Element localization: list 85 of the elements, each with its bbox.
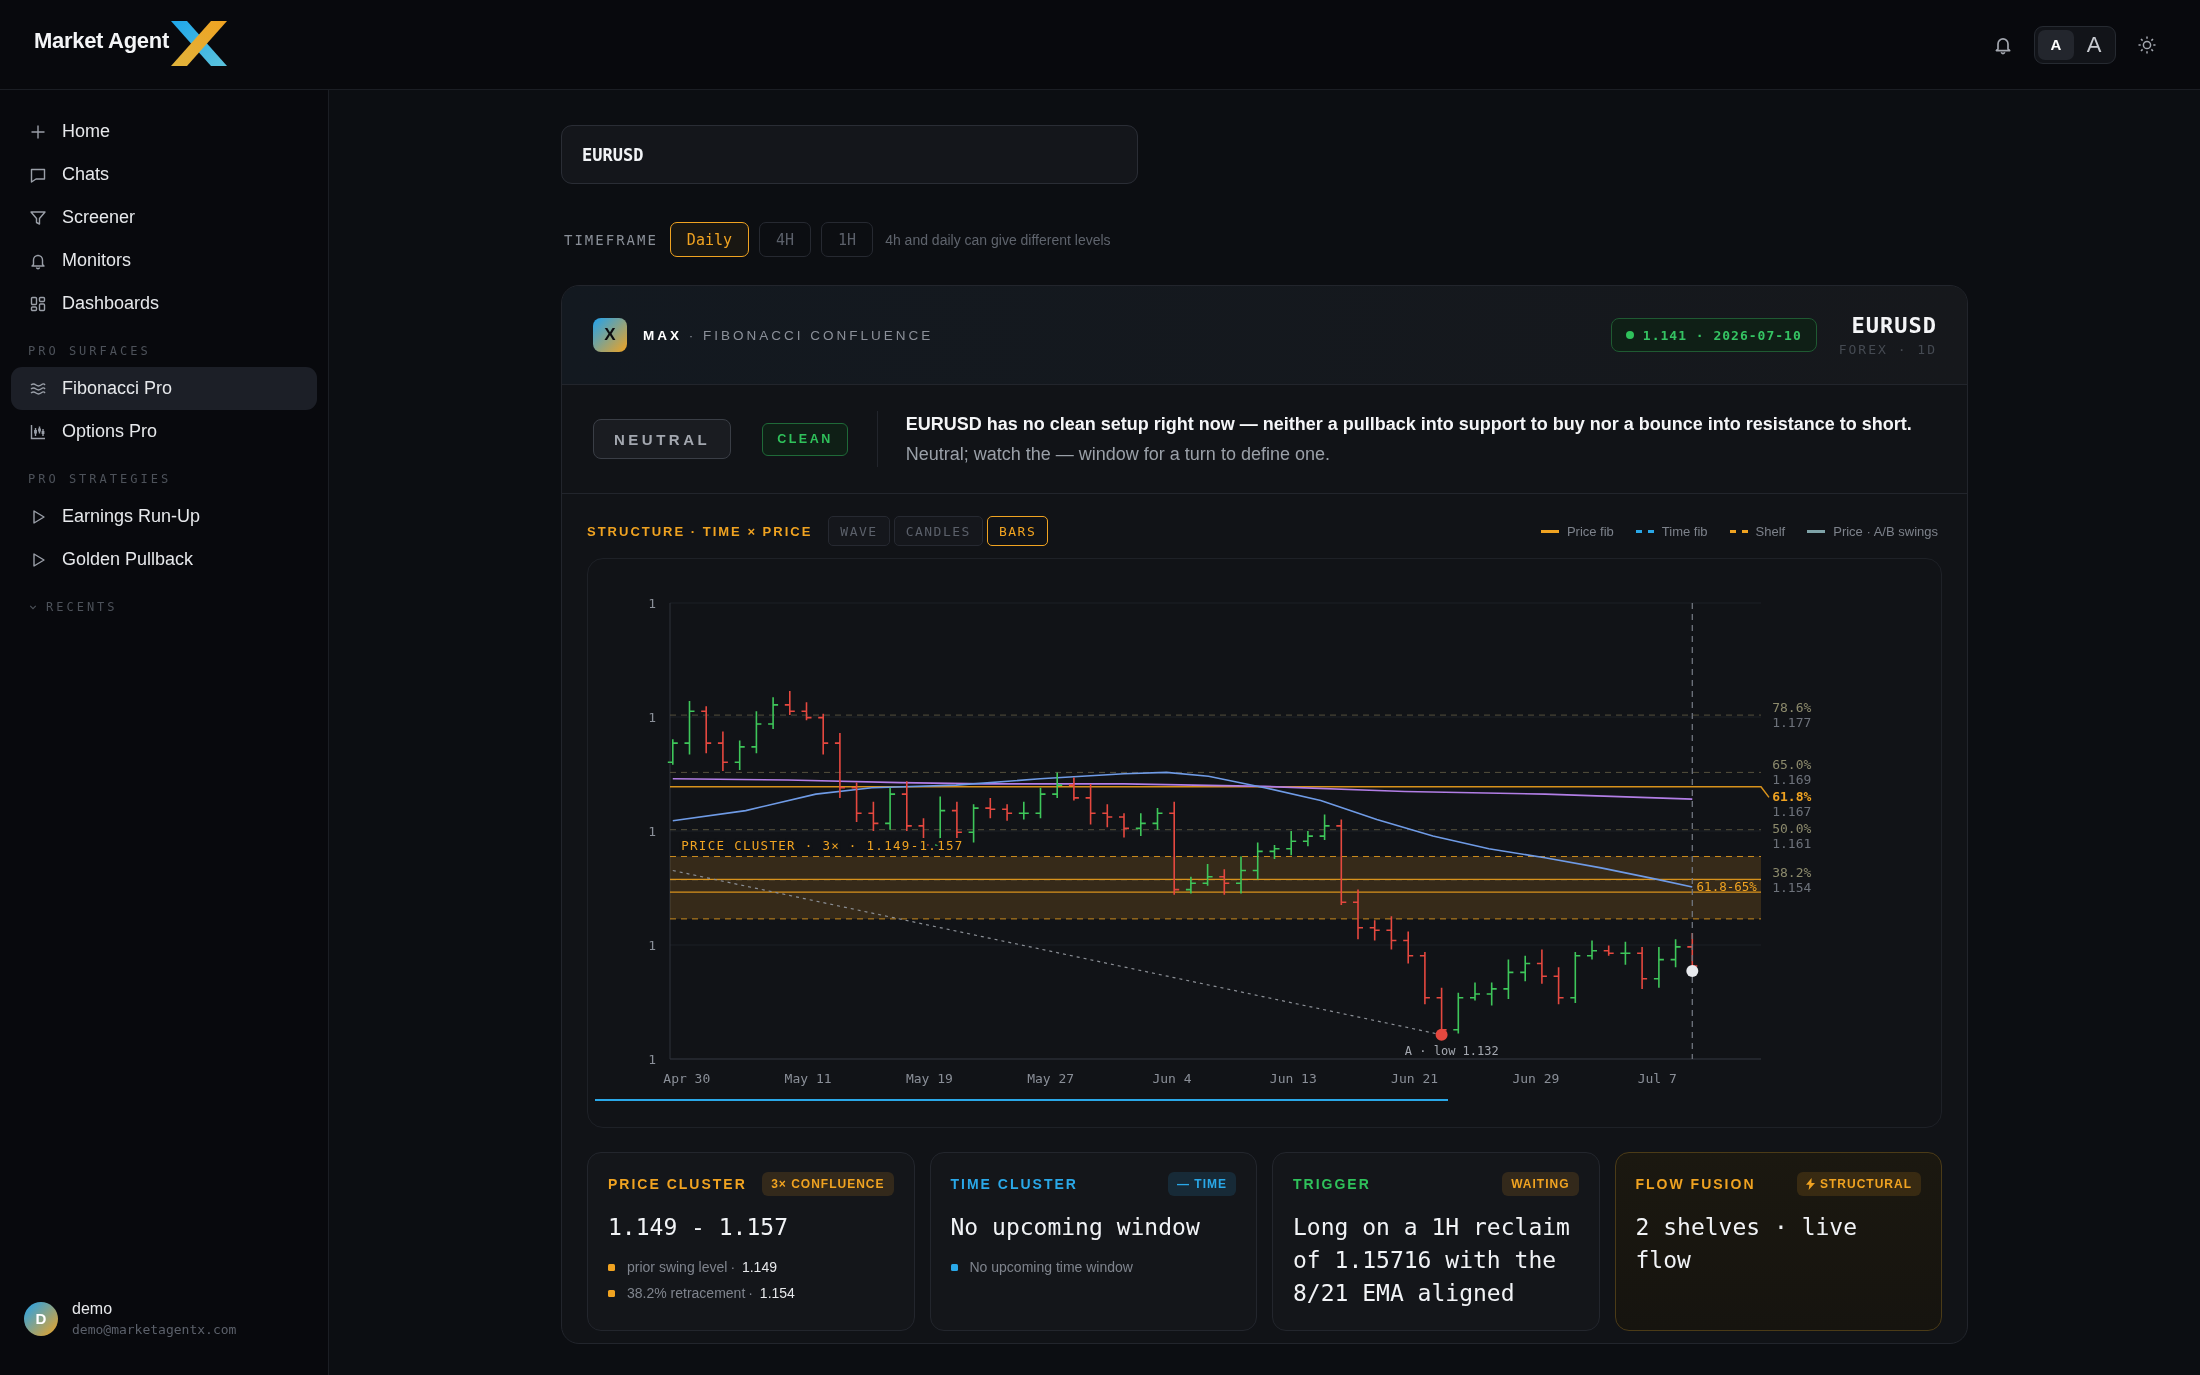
swing-low-label: A · low 1.132	[1404, 1044, 1499, 1059]
summary-text: EURUSD has no clean setup right now — neither a pullback into support to buy nor a bounce into resistance to short. Neutral; watch the — window for a turn to define one.	[905, 413, 1913, 466]
card-headline: 2 shelves · live flow	[1635, 1213, 1859, 1275]
agent-badge: X	[593, 318, 627, 352]
x-axis-label: May 27	[1027, 1071, 1075, 1087]
quote-text: 1.141 · 2026-07-10	[1642, 327, 1802, 343]
badge-label: STRUCTURAL	[1820, 1177, 1912, 1191]
y-axis-label: 1	[648, 710, 656, 725]
bullet-square-icon	[608, 1289, 615, 1297]
lightning-icon	[1806, 1178, 1815, 1190]
bullet-text: No upcoming time window	[969, 1259, 1133, 1275]
fib-price-label: 1.154	[1772, 879, 1812, 895]
nav-item[interactable]: Monitors	[11, 239, 317, 282]
nav-item[interactable]: Home	[11, 110, 317, 153]
nav-item[interactable]: Screener	[11, 196, 317, 239]
bullet-square-icon	[608, 1263, 615, 1271]
x-axis-label: Jun 29	[1512, 1071, 1560, 1087]
fib-price-label: 1.169	[1772, 772, 1812, 788]
stance-tag: NEUTRAL	[593, 419, 732, 459]
section-heading: PRO SURFACES	[28, 344, 151, 358]
dashboard-grid-icon	[29, 294, 47, 313]
candlestick-chart-icon	[29, 422, 47, 441]
timeframe-hint: 4h and daily can give different levels	[885, 231, 1111, 248]
x-axis-label: May 11	[784, 1071, 832, 1087]
card-title: FLOW FUSION	[1635, 1176, 1756, 1192]
y-axis-label: 1	[648, 1052, 656, 1067]
timeframe-label: TIMEFRAME	[564, 231, 658, 248]
symbol-title: EURUSD	[1851, 313, 1937, 338]
funnel-icon	[29, 208, 47, 227]
user-avatar: D	[24, 1301, 58, 1336]
logo-mark-icon	[170, 20, 227, 66]
nav-item[interactable]: Earnings Run-Up	[11, 495, 317, 538]
fib-price-label: 1.177	[1772, 715, 1812, 731]
card-title: TIME CLUSTER	[950, 1176, 1078, 1192]
section-heading: PRO STRATEGIES	[28, 472, 172, 486]
y-axis-label: 1	[648, 938, 656, 953]
nav-item[interactable]: Chats	[11, 153, 317, 196]
nav-item[interactable]: Fibonacci Pro	[11, 367, 317, 410]
y-axis-label: 1	[648, 596, 656, 611]
legend-label: Price · A/B swings	[1833, 523, 1938, 539]
card-headline: 1.149 - 1.157	[608, 1213, 789, 1242]
nav-item[interactable]: Golden Pullback	[11, 538, 317, 581]
user-email: demo@marketagentx.com	[72, 1322, 237, 1337]
nav-item[interactable]: Dashboards	[11, 282, 317, 325]
x-axis-label: Jun 4	[1152, 1071, 1192, 1087]
status-dot-icon	[1625, 331, 1634, 339]
card-headline: Long on a 1H reclaim of 1.15716 with the 8/21 EMA aligned	[1293, 1213, 1571, 1308]
chart-mode-tab[interactable]: BARS	[986, 516, 1049, 546]
fib-price-label: 1.167	[1772, 804, 1812, 820]
legend-label: Price fib	[1566, 523, 1614, 539]
fib-price-label: 1.161	[1772, 836, 1812, 852]
y-axis-label: 1	[648, 824, 656, 839]
card-title: TRIGGER	[1293, 1176, 1371, 1192]
text-size-option[interactable]: A	[2076, 29, 2112, 60]
x-axis-label: Jul 7	[1637, 1071, 1677, 1087]
badge-label: 3× CONFLUENCE	[771, 1177, 885, 1191]
fib-percent-label: 78.6%	[1772, 700, 1812, 716]
user-name: demo	[72, 1300, 114, 1318]
search-field[interactable]: EURUSD	[561, 125, 1138, 184]
brand-name: Market Agent	[34, 27, 169, 54]
agent-title: MAX · FIBONACCI CONFLUENCE	[643, 327, 934, 343]
badge-label: WAITING	[1511, 1177, 1570, 1191]
fib-percent-label: 61.8%	[1772, 789, 1812, 805]
timeframe-button[interactable]: Daily	[669, 222, 749, 257]
quality-tag: CLEAN	[762, 422, 848, 456]
nav-item[interactable]: Options Pro	[11, 410, 317, 453]
fib-percent-label: 38.2%	[1772, 864, 1812, 880]
fib-percent-label: 50.0%	[1772, 821, 1812, 837]
x-axis-label: Jun 13	[1269, 1071, 1317, 1087]
legend-label: Time fib	[1661, 523, 1708, 539]
bullet-text: prior swing level · 1.149	[627, 1259, 777, 1275]
x-axis-label: May 19	[905, 1071, 953, 1087]
badge-label: — TIME	[1177, 1177, 1227, 1191]
band-label: 61.8-65%	[1696, 878, 1757, 894]
theme-sun-icon[interactable]	[2137, 34, 2157, 55]
x-axis-label: Apr 30	[663, 1071, 711, 1087]
fib-percent-label: 65.0%	[1772, 757, 1812, 773]
chart-title: STRUCTURE · TIME × PRICE	[587, 523, 813, 539]
bullet-square-icon	[950, 1263, 958, 1271]
bullet-text: 38.2% retracement · 1.154	[627, 1285, 795, 1301]
x-axis-label: Jun 21	[1391, 1071, 1439, 1087]
text-size-option[interactable]: A	[2038, 29, 2074, 60]
legend-label: Shelf	[1755, 523, 1786, 539]
card-title: PRICE CLUSTER	[608, 1176, 747, 1192]
card-headline: No upcoming window	[950, 1213, 1201, 1242]
